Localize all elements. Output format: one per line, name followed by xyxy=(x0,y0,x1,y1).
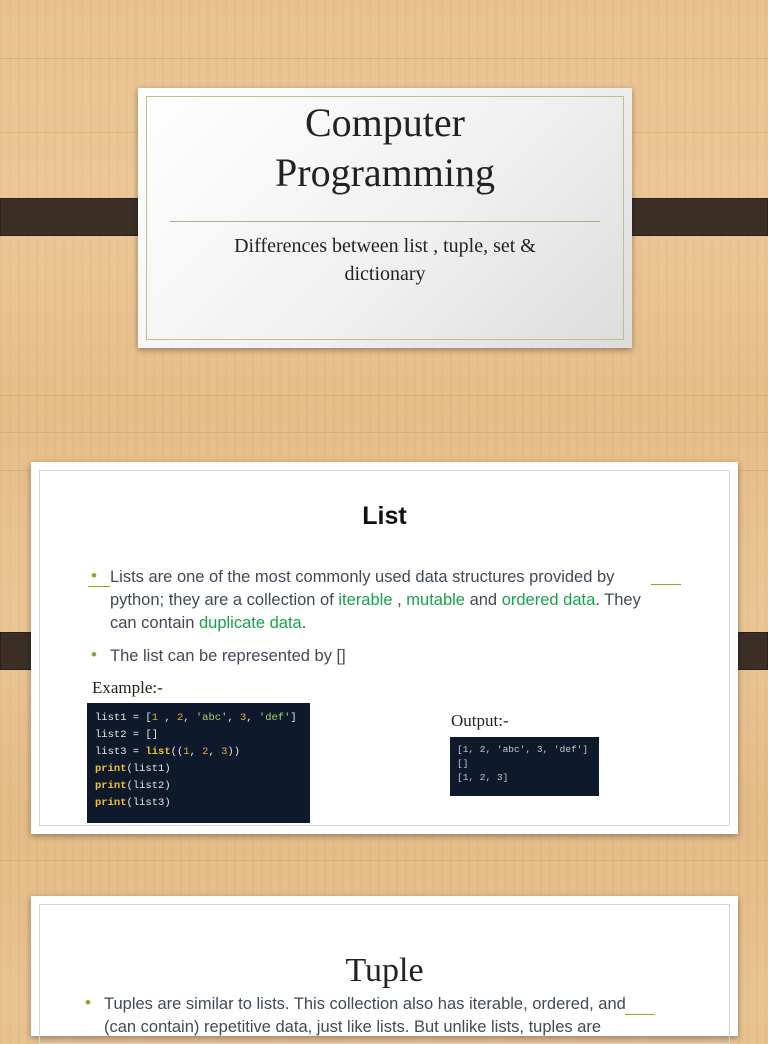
slide-title-line2: Programming xyxy=(275,150,495,195)
code-block: list1 = [1 , 2, 'abc', 3, 'def'] list2 =… xyxy=(87,703,310,823)
keyword-mutable: mutable xyxy=(406,591,465,609)
tuple-bullet1-line1: Tuples are similar to lists. This collec… xyxy=(104,995,626,1013)
bullet1-line1: Lists are one of the most commonly used … xyxy=(110,568,615,586)
keyword-ordered-data: ordered data xyxy=(501,591,596,609)
slide-subtitle-line1: Differences between list , tuple, set & xyxy=(234,235,536,257)
tuple-slide: Tuple • Tuples are similar to lists. Thi… xyxy=(31,896,738,1044)
output-block: [1, 2, 'abc', 3, 'def'] [] [1, 2, 3] xyxy=(450,737,599,796)
bullet1-line2: python; they are a collection of iterabl… xyxy=(110,591,641,609)
line-end-underline-mark xyxy=(651,584,681,585)
bullet-icon: • xyxy=(85,993,91,1012)
title-divider xyxy=(170,221,600,222)
strap-right-1 xyxy=(613,198,768,236)
bullet-icon: • xyxy=(91,645,97,664)
example-label: Example:- xyxy=(92,678,163,697)
line-end-underline-mark xyxy=(625,1014,655,1015)
keyword-duplicate-data: duplicate data xyxy=(198,614,302,632)
bullet-underline-mark xyxy=(88,586,110,587)
slide-title-line1: Computer xyxy=(305,100,465,145)
bullet-icon: • xyxy=(91,566,97,585)
list-title: List xyxy=(362,502,407,530)
keyword-iterable: iterable xyxy=(338,591,393,609)
tuple-bullet1-line2: (can contain) repetitive data, just like… xyxy=(104,1018,602,1036)
tuple-title: Tuple xyxy=(345,952,424,989)
slide-subtitle-line2: dictionary xyxy=(344,263,426,285)
title-slide: Computer Programming Differences between… xyxy=(138,88,632,348)
bullet2: The list can be represented by [] xyxy=(110,647,346,665)
list-slide: List • Lists are one of the most commonl… xyxy=(31,462,738,834)
strap-left-1 xyxy=(0,198,156,236)
bullet1-line3: can contain duplicate data. xyxy=(110,614,307,632)
output-label: Output:- xyxy=(451,711,509,730)
